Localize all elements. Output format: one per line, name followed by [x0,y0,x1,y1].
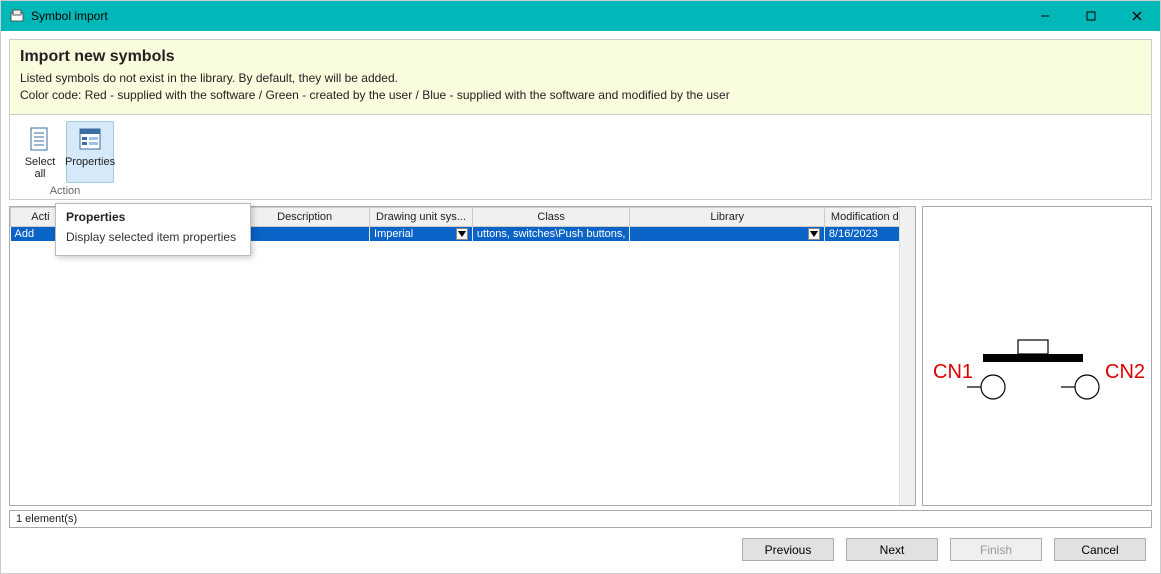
maximize-button[interactable] [1068,1,1114,31]
toolbar-group-action: Select all [16,121,114,197]
preview-pane: CN1 CN2 [922,206,1152,506]
cell-drawing-unit-value: Imperial [374,228,413,240]
info-line-1: Listed symbols do not exist in the libra… [20,70,1141,87]
main-area: Properties Display selected item propert… [9,206,1152,506]
content-area: Import new symbols Listed symbols do not… [1,31,1160,573]
close-button[interactable] [1114,1,1160,31]
properties-label: Properties [65,156,115,168]
finish-button[interactable]: Finish [950,538,1042,561]
preview-right-label: CN2 [1105,361,1145,383]
preview-left-label: CN1 [933,361,973,383]
status-text: 1 element(s) [16,513,77,525]
cell-class[interactable]: uttons, switches\Push buttons, [472,226,630,241]
col-drawing-unit[interactable]: Drawing unit sys... [370,207,473,226]
info-panel: Import new symbols Listed symbols do not… [9,39,1152,115]
cell-description[interactable] [240,226,370,241]
tooltip-body: Display selected item properties [66,230,236,246]
previous-button[interactable]: Previous [742,538,834,561]
dropdown-arrow-icon[interactable] [808,228,820,240]
col-class[interactable]: Class [472,207,630,226]
toolbar: Select all [9,115,1152,200]
vertical-scrollbar[interactable] [899,207,915,505]
tooltip-title: Properties [66,210,236,224]
col-description[interactable]: Description [240,207,370,226]
window-title: Symbol import [31,9,108,23]
titlebar: Symbol import [1,1,1160,31]
info-heading: Import new symbols [20,48,1141,66]
next-button[interactable]: Next [846,538,938,561]
app-icon [9,8,25,24]
minimize-button[interactable] [1022,1,1068,31]
toolbar-group-label: Action [16,185,114,197]
info-line-2: Color code: Red - supplied with the soft… [20,87,1141,104]
window-root: Symbol import Import new symbols Listed … [0,0,1161,574]
status-bar: 1 element(s) [9,510,1152,528]
dropdown-arrow-icon[interactable] [456,228,468,240]
properties-button[interactable]: Properties [66,121,114,183]
col-library[interactable]: Library [630,207,824,226]
cell-library[interactable] [630,226,824,241]
footer-buttons: Previous Next Finish Cancel [9,528,1152,565]
cell-drawing-unit[interactable]: Imperial [370,226,473,241]
properties-icon [78,126,102,154]
cancel-button[interactable]: Cancel [1054,538,1146,561]
select-all-icon [28,126,52,154]
select-all-button[interactable]: Select all [16,121,64,183]
tooltip-properties: Properties Display selected item propert… [55,203,251,257]
select-all-label: Select all [19,156,61,180]
